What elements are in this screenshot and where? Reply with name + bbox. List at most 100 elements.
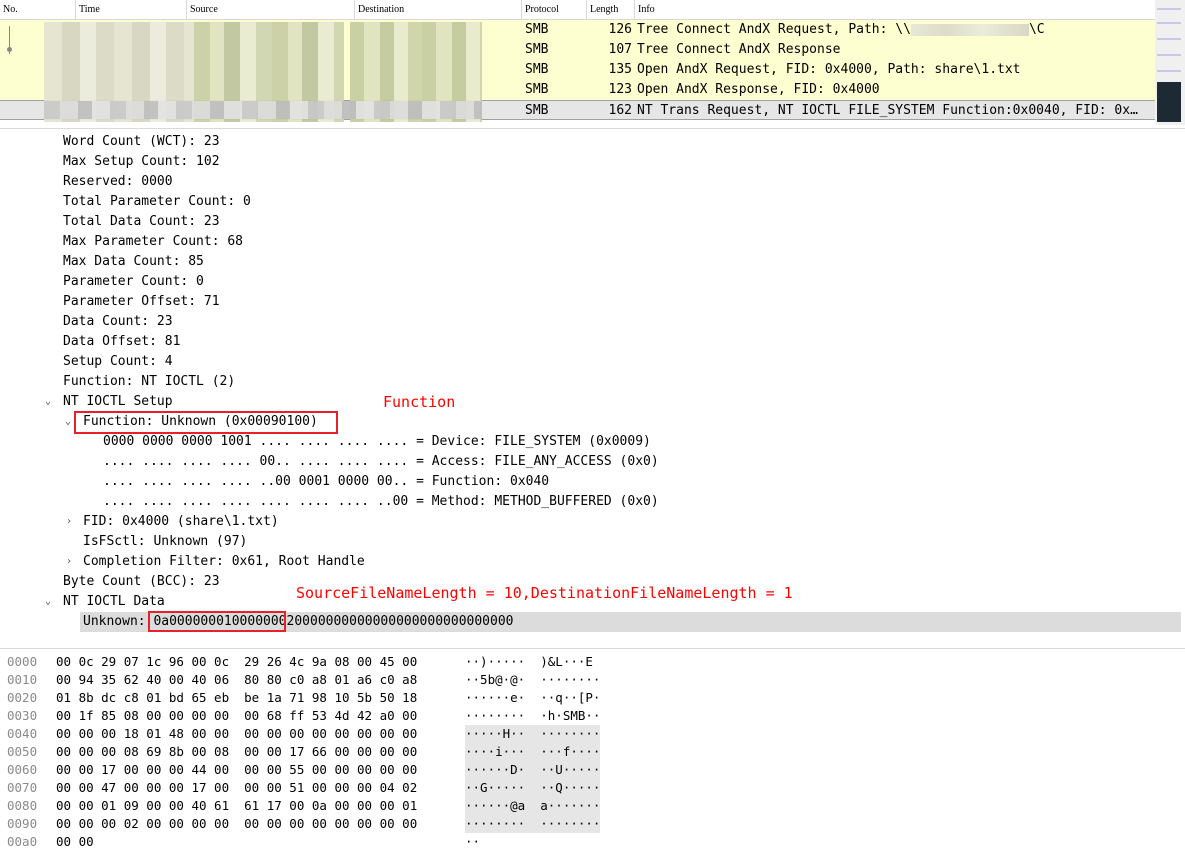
hex-ascii[interactable]: ······@a a·······: [465, 797, 600, 815]
hex-offset: 00a0: [7, 834, 38, 849]
detail-data-count[interactable]: Data Count: 23: [63, 312, 173, 332]
hex-bytes[interactable]: 00 00 17 00 00 00 44 00 00 00 55 00 00 0…: [56, 761, 417, 779]
hex-line[interactable]: 0060 00 00 17 00 00 00 44 00 00 00 55 00 …: [0, 761, 1185, 779]
tree-collapsed-arrow-icon[interactable]: ›: [66, 552, 72, 572]
hex-offset: 0020: [7, 690, 38, 705]
packet-protocol: SMB: [525, 82, 549, 97]
packet-info: NT Trans Request, NT IOCTL FILE_SYSTEM F…: [637, 103, 1138, 118]
hex-bytes[interactable]: 00 00: [56, 833, 94, 851]
annotation-filename-lengths: SourceFileNameLength = 10,DestinationFil…: [296, 584, 793, 602]
detail-setup-count[interactable]: Setup Count: 4: [63, 352, 173, 372]
packet-protocol: SMB: [525, 62, 549, 77]
hex-line[interactable]: 0050 00 00 00 08 69 8b 00 08 00 00 17 66 …: [0, 743, 1185, 761]
hex-line[interactable]: 0080 00 00 01 09 00 00 40 61 61 17 00 0a …: [0, 797, 1185, 815]
column-header-time[interactable]: Time: [75, 0, 186, 19]
unknown-label: Unknown:: [83, 614, 154, 629]
detail-total-parameter-count[interactable]: Total Parameter Count: 0: [63, 192, 251, 212]
packet-list-scroll-thumb[interactable]: [1157, 82, 1181, 122]
tree-expanded-arrow-icon[interactable]: ⌄: [65, 412, 71, 432]
hex-line[interactable]: 00a0 00 00 ··: [0, 833, 1185, 851]
hex-bytes[interactable]: 01 8b dc c8 01 bd 65 eb be 1a 71 98 10 5…: [56, 689, 417, 707]
detail-completion-filter[interactable]: Completion Filter: 0x61, Root Handle: [83, 552, 365, 572]
detail-nt-ioctl-data[interactable]: NT IOCTL Data: [63, 592, 165, 612]
detail-word-count[interactable]: Word Count (WCT): 23: [63, 132, 220, 152]
detail-max-setup-count[interactable]: Max Setup Count: 102: [63, 152, 220, 172]
hex-ascii[interactable]: ··5b@·@· ········: [465, 671, 600, 689]
packet-length: 123: [608, 82, 632, 97]
detail-fid[interactable]: FID: 0x4000 (share\1.txt): [83, 512, 279, 532]
hex-bytes[interactable]: 00 00 00 18 01 48 00 00 00 00 00 00 00 0…: [56, 725, 417, 743]
hex-ascii[interactable]: ··: [465, 833, 600, 851]
filename-lengths-highlight-box: [148, 611, 286, 632]
detail-total-data-count[interactable]: Total Data Count: 23: [63, 212, 220, 232]
tree-expanded-arrow-icon[interactable]: ⌄: [45, 592, 51, 612]
detail-byte-count[interactable]: Byte Count (BCC): 23: [63, 572, 220, 592]
hex-bytes[interactable]: 00 00 00 02 00 00 00 00 00 00 00 00 00 0…: [56, 815, 417, 833]
detail-parameter-count[interactable]: Parameter Count: 0: [63, 272, 204, 292]
packet-length: 107: [608, 42, 632, 57]
detail-nt-ioctl-setup[interactable]: NT IOCTL Setup: [63, 392, 173, 412]
detail-isfsctl[interactable]: IsFSctl: Unknown (97): [83, 532, 247, 552]
packet-protocol: SMB: [525, 42, 549, 57]
hex-ascii[interactable]: ········ ·h·SMB··: [465, 707, 600, 725]
detail-bitfield-method[interactable]: .... .... .... .... .... .... .... ..00 …: [103, 492, 659, 512]
hex-bytes[interactable]: 00 1f 85 08 00 00 00 00 00 68 ff 53 4d 4…: [56, 707, 417, 725]
redacted-selected-row-cells: [44, 101, 482, 119]
detail-reserved[interactable]: Reserved: 0000: [63, 172, 173, 192]
detail-max-data-count[interactable]: Max Data Count: 85: [63, 252, 204, 272]
detail-function[interactable]: Function: NT IOCTL (2): [63, 372, 235, 392]
hex-line[interactable]: 0030 00 1f 85 08 00 00 00 00 00 68 ff 53 …: [0, 707, 1185, 725]
hex-offset: 0090: [7, 816, 38, 831]
hex-line[interactable]: 0000 00 0c 29 07 1c 96 00 0c 29 26 4c 9a …: [0, 653, 1185, 671]
packet-info: Open AndX Response, FID: 0x4000: [637, 82, 880, 97]
packet-protocol: SMB: [525, 103, 549, 118]
hex-bytes[interactable]: 00 00 00 08 69 8b 00 08 00 00 17 66 00 0…: [56, 743, 417, 761]
packet-length: 162: [608, 103, 632, 118]
scrollbar-marker: [1157, 54, 1181, 56]
hex-line[interactable]: 0010 00 94 35 62 40 00 40 06 80 80 c0 a8 …: [0, 671, 1185, 689]
column-header-source[interactable]: Source: [186, 0, 354, 19]
detail-parameter-offset[interactable]: Parameter Offset: 71: [63, 292, 220, 312]
column-header-protocol[interactable]: Protocol: [521, 0, 586, 19]
hex-bytes[interactable]: 00 00 47 00 00 00 17 00 00 00 51 00 00 0…: [56, 779, 417, 797]
hex-ascii[interactable]: ········ ········: [465, 815, 600, 833]
hex-line[interactable]: 0020 01 8b dc c8 01 bd 65 eb be 1a 71 98 …: [0, 689, 1185, 707]
packet-length: 135: [608, 62, 632, 77]
related-packet-dot-icon: [7, 47, 12, 52]
column-header-destination[interactable]: Destination: [354, 0, 521, 19]
redacted-hostname: [910, 23, 1029, 36]
hex-line[interactable]: 0070 00 00 47 00 00 00 17 00 00 00 51 00 …: [0, 779, 1185, 797]
hex-bytes[interactable]: 00 00 01 09 00 00 40 61 61 17 00 0a 00 0…: [56, 797, 417, 815]
hex-ascii[interactable]: ··)····· )&L···E: [465, 653, 600, 671]
tree-expanded-arrow-icon[interactable]: ⌄: [45, 392, 51, 412]
tree-collapsed-arrow-icon[interactable]: ›: [66, 512, 72, 532]
detail-bitfield-device[interactable]: 0000 0000 0000 1001 .... .... .... .... …: [103, 432, 651, 452]
column-header-info[interactable]: Info: [634, 0, 1155, 19]
hex-ascii[interactable]: ······D· ··U·····: [465, 761, 600, 779]
hex-ascii[interactable]: ······e· ··q··[P·: [465, 689, 600, 707]
hex-line[interactable]: 0090 00 00 00 02 00 00 00 00 00 00 00 00 …: [0, 815, 1185, 833]
detail-bitfield-access[interactable]: .... .... .... .... 00.. .... .... .... …: [103, 452, 659, 472]
detail-bitfield-function[interactable]: .... .... .... .... ..00 0001 0000 00.. …: [103, 472, 549, 492]
hex-ascii[interactable]: ··G····· ··Q·····: [465, 779, 600, 797]
hex-ascii[interactable]: ·····H·· ········: [465, 725, 600, 743]
packet-protocol: SMB: [525, 22, 549, 37]
packet-info: Open AndX Request, FID: 0x4000, Path: sh…: [637, 62, 1021, 77]
hex-bytes[interactable]: 00 0c 29 07 1c 96 00 0c 29 26 4c 9a 08 0…: [56, 653, 417, 671]
packet-info-tail: \C: [1028, 22, 1045, 37]
hex-bytes[interactable]: 00 94 35 62 40 00 40 06 80 80 c0 a8 01 a…: [56, 671, 417, 689]
packet-length: 126: [608, 22, 632, 37]
annotation-function: Function: [383, 393, 456, 411]
hex-offset: 0030: [7, 708, 38, 723]
hex-line[interactable]: 0040 00 00 00 18 01 48 00 00 00 00 00 00 …: [0, 725, 1185, 743]
column-header-no[interactable]: No.: [0, 0, 75, 19]
packet-list-pane[interactable]: No. Time Source Destination Protocol Len…: [0, 0, 1185, 125]
hex-offset: 0000: [7, 654, 38, 669]
scrollbar-marker: [1157, 70, 1181, 72]
detail-max-parameter-count[interactable]: Max Parameter Count: 68: [63, 232, 243, 252]
detail-data-offset[interactable]: Data Offset: 81: [63, 332, 180, 352]
packet-bytes-pane[interactable]: 0000 00 0c 29 07 1c 96 00 0c 29 26 4c 9a …: [0, 648, 1185, 863]
column-header-length[interactable]: Length: [586, 0, 634, 19]
packet-details-pane[interactable]: Word Count (WCT): 23 Max Setup Count: 10…: [0, 128, 1185, 646]
hex-ascii[interactable]: ····i··· ···f····: [465, 743, 600, 761]
